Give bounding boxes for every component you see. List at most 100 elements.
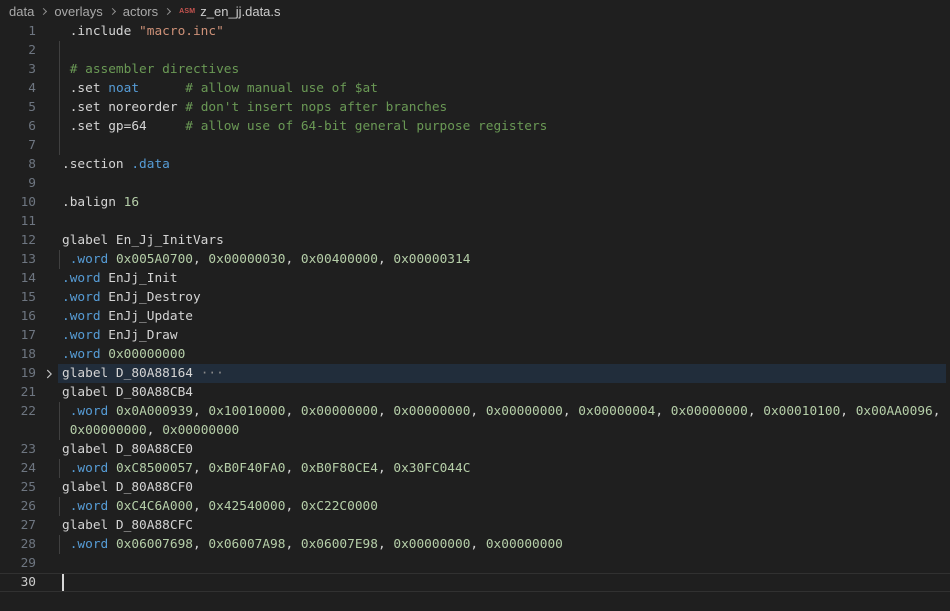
code-line[interactable]: 28 .word 0x06007698, 0x06007A98, 0x06007… [0, 535, 950, 554]
number-token: 0x00000000 [393, 404, 470, 419]
code-line[interactable]: 13 .word 0x005A0700, 0x00000030, 0x00400… [0, 250, 950, 269]
code-line[interactable]: 23 glabel D_80A88CE0 [0, 440, 950, 459]
code-line[interactable]: 1 .include "macro.inc" [0, 22, 950, 41]
code-line[interactable]: 22 .word 0x0A000939, 0x10010000, 0x00000… [0, 402, 950, 421]
line-number: 19 [0, 364, 36, 383]
code-line[interactable]: 5 .set noreorder # don't insert nops aft… [0, 98, 950, 117]
code-text[interactable]: .balign 16 [62, 193, 950, 212]
breadcrumb-item-data[interactable]: data [8, 4, 35, 19]
keyword-token: .word [62, 309, 101, 324]
code-text[interactable]: # assembler directives [62, 60, 950, 79]
keyword-token: .data [131, 157, 170, 172]
code-text[interactable]: glabel D_80A88164 ··· [62, 364, 950, 383]
code-editor[interactable]: 1 .include "macro.inc"23 # assembler dir… [0, 22, 950, 592]
code-line[interactable]: 21glabel D_80A88CB4 [0, 383, 950, 402]
code-text[interactable]: .word 0xC4C6A000, 0x42540000, 0xC22C0000 [62, 497, 950, 516]
breadcrumb: data overlays actors ASM z_en_jj.data.s [0, 0, 950, 22]
code-line[interactable]: 24 .word 0xC8500057, 0xB0F40FA0, 0xB0F80… [0, 459, 950, 478]
code-line[interactable]: 19 glabel D_80A88164 ··· [0, 364, 950, 383]
code-line[interactable]: 29 [0, 554, 950, 573]
code-line[interactable]: 30 [0, 573, 950, 592]
code-text[interactable]: .set noat # allow manual use of $at [62, 79, 950, 98]
number-token: 0x06007E98 [301, 537, 378, 552]
indent-guide [59, 535, 60, 554]
code-text[interactable]: .word 0xC8500057, 0xB0F40FA0, 0xB0F80CE4… [62, 459, 950, 478]
code-token: glabel D_80A88CE0 [62, 442, 193, 457]
code-line[interactable]: 14.word EnJj_Init [0, 269, 950, 288]
code-line[interactable]: 15.word EnJj_Destroy [0, 288, 950, 307]
number-token: 0x00000000 [162, 423, 239, 438]
code-line[interactable]: 10.balign 16 [0, 193, 950, 212]
code-text[interactable]: 0x00000000, 0x00000000 [62, 421, 950, 440]
code-token [108, 404, 116, 419]
code-text[interactable]: glabel D_80A88CB4 [62, 383, 950, 402]
code-line[interactable]: 27 glabel D_80A88CFC [0, 516, 950, 535]
code-token: , [193, 404, 208, 419]
number-token: 0x00000314 [393, 252, 470, 267]
number-token: 0x00000000 [301, 404, 378, 419]
fold-column [36, 288, 62, 307]
line-number: 12 [0, 231, 36, 250]
code-text[interactable]: .word EnJj_Draw [62, 326, 950, 345]
gutter: 9 [0, 174, 62, 193]
code-text[interactable] [62, 212, 950, 231]
code-text[interactable]: .word 0x06007698, 0x06007A98, 0x06007E98… [62, 535, 950, 554]
gutter: 12 [0, 231, 62, 250]
code-line[interactable]: 12 glabel En_Jj_InitVars [0, 231, 950, 250]
code-line[interactable]: 7 [0, 136, 950, 155]
indent-guide [59, 117, 60, 136]
code-line[interactable]: 25glabel D_80A88CF0 [0, 478, 950, 497]
code-line[interactable]: 16.word EnJj_Update [0, 307, 950, 326]
code-line[interactable]: 6 .set gp=64 # allow use of 64-bit gener… [0, 117, 950, 136]
code-token: glabel D_80A88CFC [62, 518, 193, 533]
code-line[interactable]: 11 [0, 212, 950, 231]
number-token: 0x00000000 [393, 537, 470, 552]
fold-column [36, 174, 62, 193]
code-text[interactable]: .word 0x0A000939, 0x10010000, 0x00000000… [62, 402, 950, 421]
keyword-token: .word [62, 328, 101, 343]
code-text[interactable]: .word EnJj_Update [62, 307, 950, 326]
code-text[interactable]: .section .data [62, 155, 950, 174]
code-line[interactable]: 26 .word 0xC4C6A000, 0x42540000, 0xC22C0… [0, 497, 950, 516]
code-text[interactable]: .word 0x005A0700, 0x00000030, 0x00400000… [62, 250, 950, 269]
code-text[interactable] [62, 41, 950, 60]
keyword-token: .word [62, 537, 108, 552]
gutter: 26 [0, 497, 62, 516]
breadcrumb-file-name[interactable]: z_en_jj.data.s [199, 4, 281, 19]
breadcrumb-item-overlays[interactable]: overlays [53, 4, 103, 19]
code-line[interactable]: 2 [0, 41, 950, 60]
gutter: 2 [0, 41, 62, 60]
code-text[interactable]: .word EnJj_Init [62, 269, 950, 288]
code-text[interactable] [62, 554, 950, 573]
code-text[interactable]: .include "macro.inc" [62, 22, 950, 41]
code-text[interactable]: .set noreorder # don't insert nops after… [62, 98, 950, 117]
code-text[interactable]: .word EnJj_Destroy [62, 288, 950, 307]
code-line[interactable]: 4 .set noat # allow manual use of $at [0, 79, 950, 98]
fold-chevron-icon[interactable] [36, 364, 62, 383]
code-text[interactable]: glabel En_Jj_InitVars [62, 231, 950, 250]
code-text[interactable] [62, 136, 950, 155]
code-line[interactable]: 0x00000000, 0x00000000 [0, 421, 950, 440]
line-number: 23 [0, 440, 36, 459]
fold-column [36, 269, 62, 288]
gutter: 14 [0, 269, 62, 288]
code-line[interactable]: 17.word EnJj_Draw [0, 326, 950, 345]
breadcrumb-item-actors[interactable]: actors [122, 4, 159, 19]
code-line[interactable]: 3 # assembler directives [0, 60, 950, 79]
code-text[interactable]: .set gp=64 # allow use of 64-bit general… [62, 117, 950, 136]
line-number: 27 [0, 516, 36, 535]
code-text[interactable] [62, 573, 950, 592]
code-text[interactable]: glabel D_80A88CE0 [62, 440, 950, 459]
code-line[interactable]: 8.section .data [0, 155, 950, 174]
code-text[interactable]: glabel D_80A88CF0 [62, 478, 950, 497]
code-token: EnJj_Init [101, 271, 178, 286]
code-token: , [378, 404, 393, 419]
code-text[interactable]: .word 0x00000000 [62, 345, 950, 364]
line-number: 2 [0, 41, 36, 60]
code-line[interactable]: 9 [0, 174, 950, 193]
keyword-token: .word [62, 347, 101, 362]
code-text[interactable]: glabel D_80A88CFC [62, 516, 950, 535]
code-line[interactable]: 18.word 0x00000000 [0, 345, 950, 364]
comment-token: # assembler directives [62, 62, 239, 77]
code-text[interactable] [62, 174, 950, 193]
